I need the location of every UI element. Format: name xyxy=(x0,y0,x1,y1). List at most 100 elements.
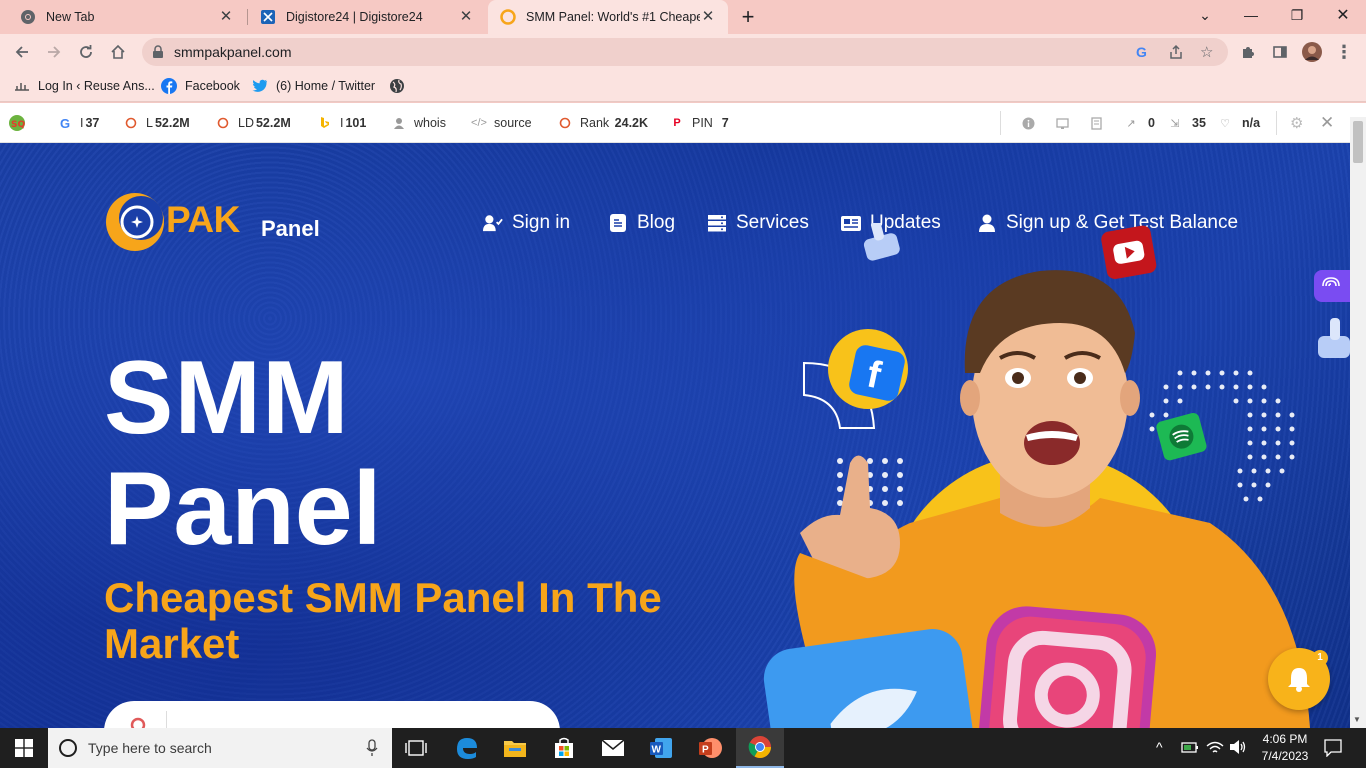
seo-source[interactable]: </> source xyxy=(471,115,531,131)
logo-main-text: PAK xyxy=(166,199,240,240)
seo-pinterest[interactable]: P PIN 7 xyxy=(670,115,728,131)
pinterest-icon: P xyxy=(673,117,681,129)
seo-linking-domains[interactable]: LD 52.2M xyxy=(216,115,291,131)
tab-new-tab[interactable]: New Tab ✕ xyxy=(8,0,246,34)
seo-google-index[interactable]: G I 37 xyxy=(58,115,99,131)
volume-icon[interactable] xyxy=(1229,739,1247,760)
bookmark-facebook[interactable]: Facebook xyxy=(161,76,240,96)
code-icon: </> xyxy=(471,117,487,129)
mail-app[interactable] xyxy=(589,728,637,768)
edge-app[interactable] xyxy=(443,728,491,768)
close-seobar-icon[interactable]: ✕ xyxy=(1320,113,1334,132)
seoquake-logo-icon[interactable]: SQ xyxy=(8,115,26,131)
chrome-app[interactable] xyxy=(736,728,784,768)
nav-label: Sign in xyxy=(512,212,571,233)
bookmark-reuse-answer[interactable]: Log In ‹ Reuse Ans... xyxy=(14,76,155,96)
social-count[interactable]: ♡ n/a xyxy=(1218,115,1260,131)
browser-toolbar: smmpakpanel.com G ☆ ⋮ xyxy=(0,34,1366,70)
tab-digistore24[interactable]: Digistore24 | Digistore24 ✕ xyxy=(248,0,486,34)
folder-icon xyxy=(504,741,526,757)
seo-value: 52.2M xyxy=(255,116,291,130)
tab-search-chevron-icon[interactable]: ⌄ xyxy=(1182,0,1228,30)
twitter-icon xyxy=(252,78,268,94)
seo-label: LD xyxy=(238,116,254,130)
hero-title-line2: Panel xyxy=(104,451,382,567)
tab-smm-panel[interactable]: SMM Panel: World's #1 Cheapest ✕ xyxy=(488,0,728,34)
home-icon[interactable] xyxy=(106,40,130,64)
external-link-icon: ↗ xyxy=(1126,117,1136,130)
scroll-down-arrow-icon[interactable]: ▼ xyxy=(1353,715,1361,724)
google-icon: G xyxy=(59,115,71,131)
google-icon[interactable]: G xyxy=(1136,44,1147,60)
task-view-button[interactable] xyxy=(392,728,440,768)
seo-rank[interactable]: Rank 24.2K xyxy=(558,115,648,131)
microphone-icon[interactable] xyxy=(366,739,378,757)
start-button[interactable] xyxy=(0,728,48,768)
seo-value: n/a xyxy=(1242,116,1261,130)
action-center-icon[interactable] xyxy=(1324,739,1342,762)
nav-blog[interactable]: Blog xyxy=(608,212,675,234)
wifi-icon[interactable] xyxy=(1206,739,1224,760)
new-tab-button[interactable]: + xyxy=(736,6,760,28)
bookmarks-bar: Log In ‹ Reuse Ans... Facebook (6) Home … xyxy=(0,70,1366,102)
svg-text:W: W xyxy=(652,745,662,756)
taskbar-search-box[interactable]: Type here to search xyxy=(48,728,392,768)
store-app[interactable] xyxy=(540,728,588,768)
minimize-button[interactable]: — xyxy=(1228,0,1274,30)
accessibility-widget-button[interactable] xyxy=(1314,270,1350,302)
menu-kebab-icon[interactable]: ⋮ xyxy=(1332,40,1356,64)
lock-icon[interactable] xyxy=(152,45,164,64)
tab-strip: New Tab ✕ Digistore24 | Digistore24 ✕ SM… xyxy=(0,0,1366,34)
notification-bell-button[interactable]: 1 xyxy=(1268,648,1330,710)
bookmark-star-icon[interactable]: ☆ xyxy=(1200,43,1213,61)
taskbar-search-placeholder: Type here to search xyxy=(88,740,212,756)
bookmark-globe[interactable] xyxy=(389,76,413,96)
hero-illustration: f xyxy=(760,220,1350,728)
seo-bing-index[interactable]: I 101 xyxy=(318,115,366,131)
info-icon[interactable] xyxy=(1022,115,1035,131)
thumbs-up-icon xyxy=(1312,318,1350,369)
profile-avatar[interactable] xyxy=(1300,40,1324,64)
clock-date: 7/4/2023 xyxy=(1261,749,1309,763)
side-panel-icon[interactable] xyxy=(1268,40,1292,64)
circle-icon xyxy=(216,116,230,130)
scrollbar-thumb[interactable] xyxy=(1353,121,1363,163)
battery-icon[interactable] xyxy=(1181,740,1199,759)
notification-count-badge: 1 xyxy=(1312,650,1328,666)
tray-expand-icon[interactable]: ^ xyxy=(1156,739,1163,755)
taskbar-clock[interactable]: 4:06 PM 7/4/2023 xyxy=(1252,731,1318,765)
seo-label: Rank xyxy=(580,116,610,130)
word-app[interactable]: W xyxy=(637,728,685,768)
powerpoint-app[interactable]: P xyxy=(686,728,734,768)
seo-whois[interactable]: whois xyxy=(392,115,446,131)
address-bar[interactable]: smmpakpanel.com G ☆ xyxy=(142,38,1228,66)
settings-gear-icon[interactable]: ⚙ xyxy=(1290,115,1303,132)
seo-value: 52.2M xyxy=(154,116,190,130)
back-icon[interactable] xyxy=(10,40,34,64)
close-tab-icon[interactable]: ✕ xyxy=(458,9,474,25)
page-audit-icon[interactable] xyxy=(1090,115,1103,131)
edge-icon xyxy=(457,738,477,759)
internal-links-count[interactable]: ⇲ 35 xyxy=(1168,115,1206,131)
close-window-button[interactable]: ✕ xyxy=(1320,0,1366,30)
windows-taskbar: Type here to search W P ^ 4:06 PM 7/4/20… xyxy=(0,728,1366,768)
share-icon[interactable] xyxy=(1168,44,1184,65)
close-tab-icon[interactable]: ✕ xyxy=(700,9,716,25)
seo-label: I xyxy=(340,116,344,130)
restore-button[interactable]: ❐ xyxy=(1274,0,1320,30)
close-tab-icon[interactable]: ✕ xyxy=(218,9,234,25)
seo-label: PIN xyxy=(692,116,713,130)
file-explorer-app[interactable] xyxy=(491,728,539,768)
nav-sign-in[interactable]: Sign in xyxy=(483,212,570,234)
seo-links[interactable]: L 52.2M xyxy=(124,115,190,131)
extensions-icon[interactable] xyxy=(1236,40,1260,64)
site-logo-icon[interactable] xyxy=(104,191,166,258)
forward-icon[interactable] xyxy=(42,40,66,64)
reload-icon[interactable] xyxy=(74,40,98,64)
seo-value: 35 xyxy=(1192,116,1206,130)
bookmark-twitter[interactable]: (6) Home / Twitter xyxy=(252,76,375,96)
external-links-count[interactable]: ↗ 0 xyxy=(1124,115,1155,131)
page-scrollbar[interactable]: ▼ xyxy=(1350,117,1366,728)
hero-search-box[interactable] xyxy=(104,701,560,728)
density-icon[interactable] xyxy=(1056,115,1069,131)
